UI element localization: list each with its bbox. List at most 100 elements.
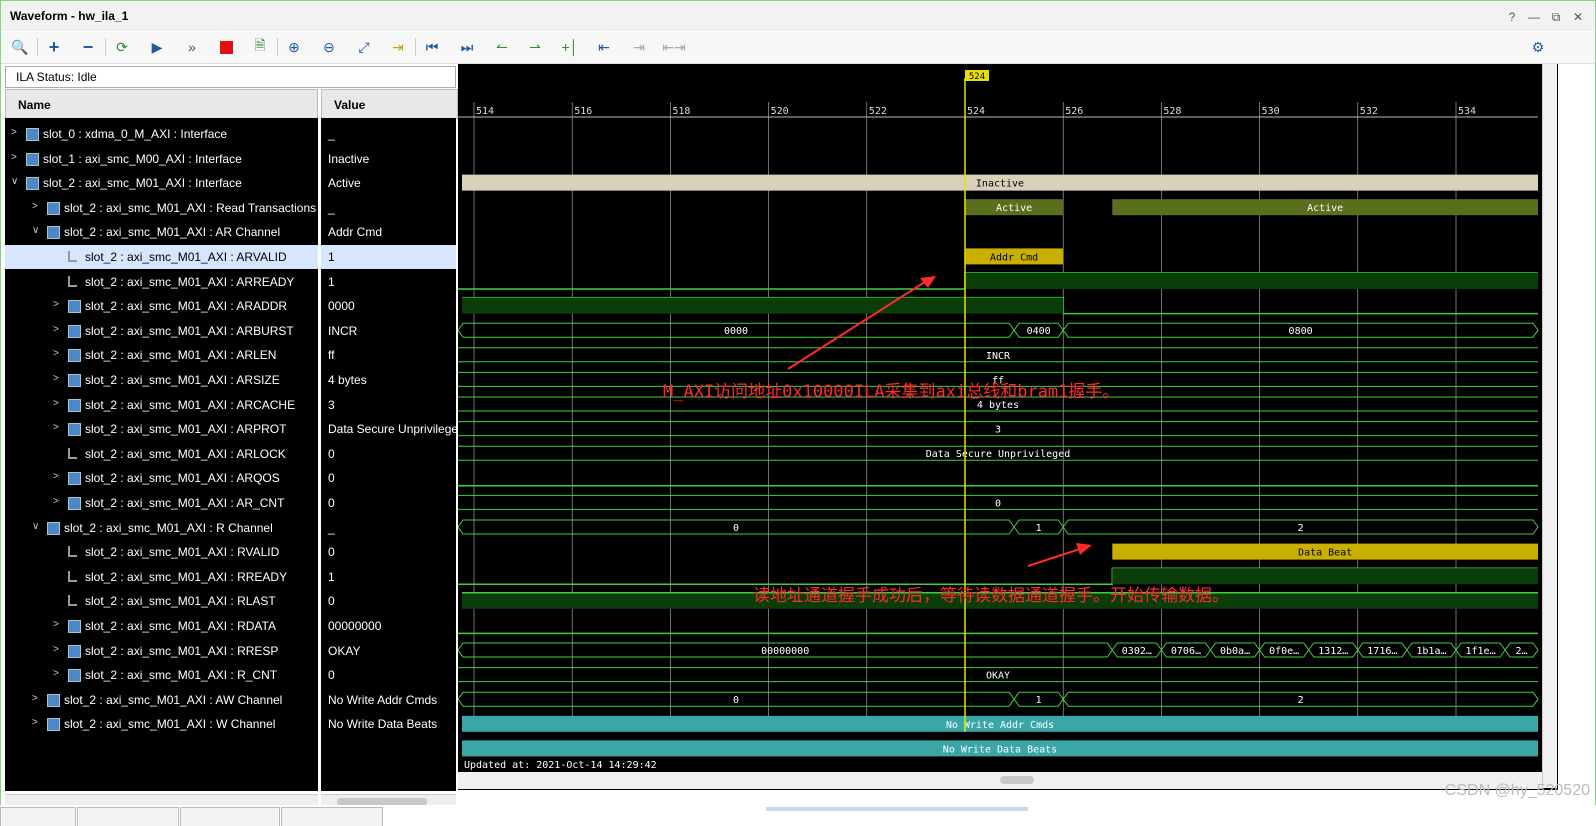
expanded-chevron-icon[interactable]: ∨ <box>11 176 21 187</box>
zoom-fit-icon[interactable]: ⤢ <box>353 37 375 57</box>
signal-value-row[interactable]: No Write Addr Cmds <box>321 688 456 712</box>
signal-value-row[interactable]: 00000000 <box>321 614 456 638</box>
collapsed-chevron-icon[interactable]: > <box>53 422 63 433</box>
collapsed-chevron-icon[interactable]: > <box>53 619 63 630</box>
signal-row[interactable]: slot_2 : axi_smc_M01_AXI : RREADY <box>5 565 318 589</box>
signal-row[interactable]: > slot_0 : xdma_0_M_AXI : Interface <box>5 122 318 146</box>
signal-row[interactable]: slot_2 : axi_smc_M01_AXI : RVALID <box>5 540 318 564</box>
signal-value-row[interactable]: 1 <box>321 565 456 589</box>
expanded-chevron-icon[interactable]: ∨ <box>32 521 42 532</box>
signal-row[interactable]: slot_2 : axi_smc_M01_AXI : ARREADY <box>5 270 318 294</box>
signal-row[interactable]: slot_2 : axi_smc_M01_AXI : ARLOCK <box>5 442 318 466</box>
next-marker-icon[interactable]: ⇥ <box>628 37 650 57</box>
signal-value-row[interactable]: Data Secure Unprivileged <box>321 417 456 441</box>
collapsed-chevron-icon[interactable]: > <box>32 693 42 704</box>
export-icon[interactable]: 🗎 <box>249 37 271 57</box>
signal-row[interactable]: > slot_2 : axi_smc_M01_AXI : Read Transac… <box>5 196 318 220</box>
signal-value-row[interactable]: 1 <box>321 245 456 269</box>
collapsed-chevron-icon[interactable]: > <box>53 496 63 507</box>
waveform-panel[interactable]: 514 516 518 520 522 524 526 528 530 532 534 Inactiv… <box>457 64 1558 790</box>
remove-icon[interactable]: − <box>77 37 99 57</box>
signal-value-row[interactable]: _ <box>321 122 456 146</box>
restore-icon[interactable]: ⧉ <box>1549 10 1563 25</box>
help-icon[interactable]: ? <box>1505 10 1519 25</box>
signal-value-row[interactable]: ff <box>321 343 456 367</box>
prev-marker-icon[interactable]: ⇤ <box>593 37 615 57</box>
signal-row[interactable]: > slot_2 : axi_smc_M01_AXI : AR_CNT <box>5 491 318 515</box>
collapsed-chevron-icon[interactable]: > <box>53 324 63 335</box>
signal-row[interactable]: > slot_2 : axi_smc_M01_AXI : ARADDR <box>5 294 318 318</box>
bottom-tab[interactable] <box>0 807 76 826</box>
run-all-icon[interactable]: » <box>181 37 203 57</box>
signal-value-row[interactable]: Addr Cmd <box>321 220 456 244</box>
stop-icon[interactable] <box>215 37 237 57</box>
signal-row[interactable]: > slot_2 : axi_smc_M01_AXI : ARPROT <box>5 417 318 441</box>
signal-value-row[interactable]: OKAY <box>321 639 456 663</box>
signal-value-row[interactable]: 0 <box>321 540 456 564</box>
waveform-canvas[interactable]: 514 516 518 520 522 524 526 528 530 532 534 Inactiv… <box>457 64 1542 790</box>
collapsed-chevron-icon[interactable]: > <box>53 299 63 310</box>
signal-row[interactable]: slot_2 : axi_smc_M01_AXI : ARVALID <box>5 245 318 269</box>
signal-row[interactable]: > slot_2 : axi_smc_M01_AXI : RRESP <box>5 639 318 663</box>
collapsed-chevron-icon[interactable]: > <box>11 127 21 138</box>
signal-value-row[interactable]: INCR <box>321 319 456 343</box>
add-icon[interactable]: + <box>43 37 65 57</box>
signal-value-row[interactable]: Active <box>321 171 456 195</box>
zoom-in-icon[interactable]: ⊕ <box>283 37 305 57</box>
signal-value-row[interactable]: 4 bytes <box>321 368 456 392</box>
collapsed-chevron-icon[interactable]: > <box>53 644 63 655</box>
close-icon[interactable]: ✕ <box>1571 10 1585 25</box>
signal-value-row[interactable]: _ <box>321 196 456 220</box>
bottom-scrollbar[interactable] <box>766 807 1028 811</box>
signal-value-row[interactable]: Inactive <box>321 147 456 171</box>
collapsed-chevron-icon[interactable]: > <box>53 471 63 482</box>
minimize-icon[interactable]: — <box>1527 10 1541 25</box>
signal-value-row[interactable]: 0 <box>321 663 456 687</box>
signal-value-row[interactable]: 0 <box>321 589 456 613</box>
signal-value-row[interactable]: _ <box>321 516 456 540</box>
signal-row[interactable]: ∨ slot_2 : axi_smc_M01_AXI : Interface <box>5 171 318 195</box>
go-to-cursor-icon[interactable]: ⇥ <box>387 37 409 57</box>
signal-row[interactable]: ∨ slot_2 : axi_smc_M01_AXI : AR Channel <box>5 220 318 244</box>
signal-row[interactable]: > slot_2 : axi_smc_M01_AXI : R_CNT <box>5 663 318 687</box>
signal-value-row[interactable]: 1 <box>321 270 456 294</box>
signal-value-row[interactable]: 0 <box>321 491 456 515</box>
next-transition-icon[interactable]: ⇀ <box>524 37 546 57</box>
collapsed-chevron-icon[interactable]: > <box>53 348 63 359</box>
bottom-tab[interactable] <box>180 807 280 826</box>
signal-row[interactable]: ∨ slot_2 : axi_smc_M01_AXI : R Channel <box>5 516 318 540</box>
signal-row[interactable]: > slot_2 : axi_smc_M01_AXI : RDATA <box>5 614 318 638</box>
collapsed-chevron-icon[interactable]: > <box>32 201 42 212</box>
collapsed-chevron-icon[interactable]: > <box>53 373 63 384</box>
search-icon[interactable]: 🔍 <box>9 37 31 57</box>
signal-row[interactable]: > slot_2 : axi_smc_M01_AXI : ARSIZE <box>5 368 318 392</box>
signal-row[interactable]: > slot_2 : axi_smc_M01_AXI : AW Channel <box>5 688 318 712</box>
signal-row[interactable]: > slot_2 : axi_smc_M01_AXI : W Channel <box>5 712 318 736</box>
collapsed-chevron-icon[interactable]: > <box>11 152 21 163</box>
settings-icon[interactable]: ⚙ <box>1527 37 1549 57</box>
refresh-icon[interactable]: ⟳ <box>111 37 133 57</box>
bottom-tab[interactable] <box>77 807 179 826</box>
signal-value-row[interactable]: No Write Data Beats <box>321 712 456 736</box>
swap-cursor-icon[interactable]: ⇤⇥ <box>662 37 685 57</box>
expanded-chevron-icon[interactable]: ∨ <box>32 225 42 236</box>
signal-value-row[interactable]: 0 <box>321 466 456 490</box>
signal-row[interactable]: > slot_1 : axi_smc_M00_AXI : Interface <box>5 147 318 171</box>
collapsed-chevron-icon[interactable]: > <box>32 717 42 728</box>
go-to-end-icon[interactable]: ⏭ <box>456 37 478 57</box>
value-column-header[interactable]: Value <box>321 89 458 119</box>
signal-row[interactable]: > slot_2 : axi_smc_M01_AXI : ARLEN <box>5 343 318 367</box>
bottom-tab[interactable] <box>281 807 383 826</box>
run-icon[interactable]: ▶ <box>146 37 168 57</box>
signal-value-row[interactable]: 0 <box>321 442 456 466</box>
collapsed-chevron-icon[interactable]: > <box>53 398 63 409</box>
zoom-out-icon[interactable]: ⊖ <box>318 37 340 57</box>
add-marker-icon[interactable]: +│ <box>559 37 581 57</box>
signal-value-row[interactable]: 0000 <box>321 294 456 318</box>
signal-row[interactable]: slot_2 : axi_smc_M01_AXI : RLAST <box>5 589 318 613</box>
collapsed-chevron-icon[interactable]: > <box>53 668 63 679</box>
waveform-vscrollbar[interactable] <box>1542 64 1557 788</box>
signal-row[interactable]: > slot_2 : axi_smc_M01_AXI : ARCACHE <box>5 393 318 417</box>
signal-value-row[interactable]: 3 <box>321 393 456 417</box>
name-column-header[interactable]: Name <box>5 89 318 119</box>
